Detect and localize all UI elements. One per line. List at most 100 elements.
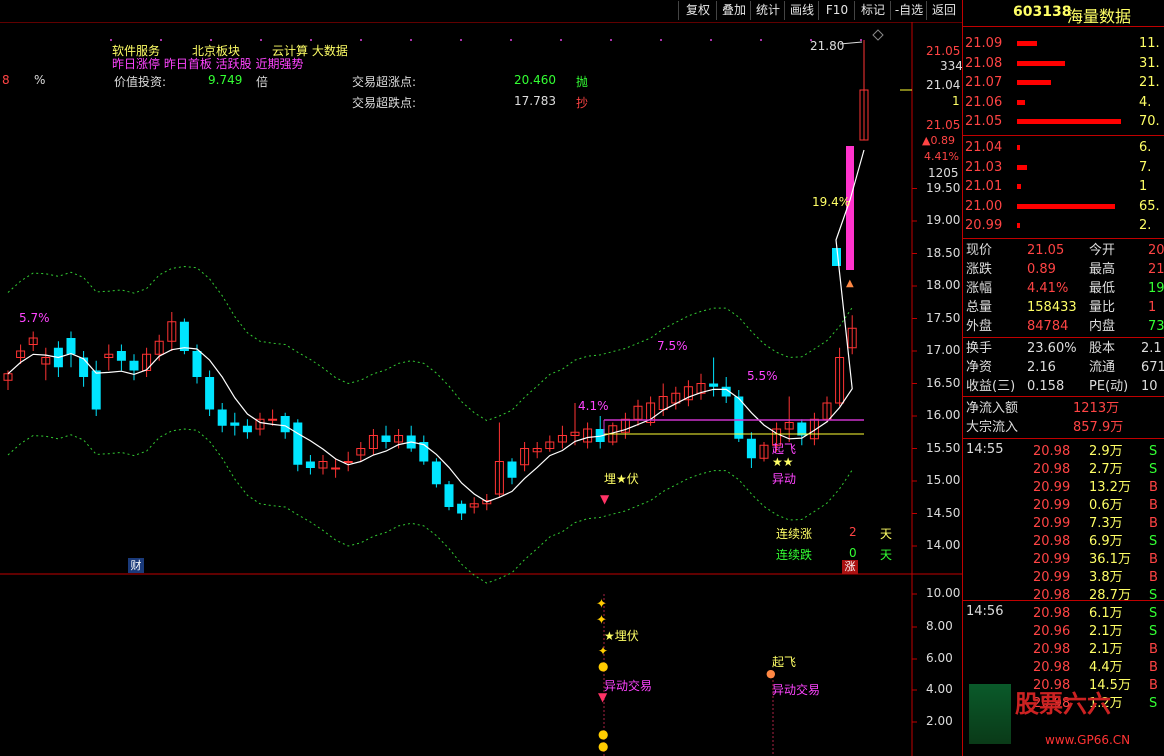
tick-volume: 2.9万	[1089, 444, 1123, 459]
tick-volume: 28.7万	[1089, 588, 1131, 603]
vol-tick-label: 2.00	[926, 714, 953, 728]
tick-side: B	[1149, 498, 1158, 513]
tick-row[interactable]: 20.99 13.2万 B	[963, 478, 1164, 497]
butterfly-icon: ✦ ✦	[596, 597, 607, 628]
tick-row[interactable]: 20.98 6.9万 S	[963, 532, 1164, 551]
fund-value: 2.16	[1027, 360, 1056, 375]
ask-volume-bar	[1017, 41, 1037, 46]
tick-row[interactable]: 20.98 2.7万 S	[963, 460, 1164, 479]
bid-volume: 65.	[1139, 198, 1160, 214]
lower-buried-signal: ★埋伏	[604, 629, 639, 643]
bid-row[interactable]: 20.99 2.	[963, 216, 1164, 235]
flow-row[interactable]: 净流入额 1213万	[963, 399, 1164, 418]
up-point-action: 抛	[576, 75, 589, 89]
bid-row[interactable]: 21.01 1	[963, 177, 1164, 196]
candle-down	[832, 248, 841, 266]
ask-row[interactable]: 21.06 4.	[963, 93, 1164, 112]
watchlist-button[interactable]: -自选	[890, 1, 927, 20]
stat-row[interactable]: 总量 158433 量比 1	[963, 298, 1164, 317]
top-dot	[460, 39, 462, 41]
top-dot	[360, 39, 362, 41]
stat-value: 84784	[1027, 319, 1069, 334]
bid-volume: 1	[1139, 179, 1148, 194]
down-point-label: 交易超跌点:	[352, 96, 417, 110]
axis-tick-label: 19.50	[926, 180, 961, 195]
tick-side: B	[1149, 678, 1158, 693]
tick-row[interactable]: 20.99 3.8万 B	[963, 568, 1164, 587]
bid-price: 21.04	[965, 140, 1003, 155]
tick-row[interactable]: 20.99 36.1万 B	[963, 550, 1164, 569]
ask-volume: 4.	[1139, 94, 1152, 110]
overlay-button[interactable]: 叠加	[716, 1, 751, 20]
top-dot	[410, 39, 412, 41]
tick-row[interactable]: 20.99 7.3万 B	[963, 514, 1164, 533]
limit-up-badge[interactable]: 涨	[842, 560, 858, 574]
stat-row[interactable]: 涨幅 4.41% 最低 19	[963, 279, 1164, 298]
candle-up	[268, 418, 278, 421]
quote-panel: 603138 海量数据 21.09 11. 21.08 31. 21.07 21. 21.0…	[962, 0, 1164, 756]
stat-value: 158433	[1027, 300, 1077, 315]
top-dot	[160, 39, 162, 41]
fund-label: 净资	[966, 360, 993, 375]
tick-price: 20.98	[1033, 588, 1071, 603]
tick-side: B	[1149, 480, 1158, 495]
top-dot	[660, 39, 662, 41]
fund-row[interactable]: 净资 2.16 流通 671	[963, 358, 1164, 377]
tick-row[interactable]: 20.98 28.7万 S	[963, 586, 1164, 605]
bid-row[interactable]: 21.00 65.	[963, 197, 1164, 216]
peak-price-label: 21.80	[810, 39, 845, 53]
back-button[interactable]: 返回	[926, 1, 961, 20]
stat-row[interactable]: 外盘 84784 内盘 73	[963, 317, 1164, 336]
stat-value: 73	[1148, 319, 1164, 334]
kline-chart[interactable]	[0, 0, 962, 756]
ask-volume: 70.	[1139, 114, 1160, 129]
stat-row[interactable]: 涨跌 0.89 最高 21	[963, 260, 1164, 279]
tick-row[interactable]: 20.96 2.1万 S	[963, 622, 1164, 641]
axis-tick-label: 15.00	[926, 473, 961, 487]
axis-tick-label: 18.00	[926, 278, 961, 292]
tick-row[interactable]: 20.98 6.1万 S	[963, 604, 1164, 623]
draw-line-button[interactable]: 画线	[784, 1, 819, 20]
stock-code: 603138	[1013, 4, 1072, 20]
fund-row[interactable]: 换手 23.60% 股本 2.1	[963, 339, 1164, 358]
tick-price: 20.98	[1033, 444, 1071, 459]
fund-label: 股本	[1089, 341, 1116, 356]
ask-row[interactable]: 21.07 21.	[963, 73, 1164, 92]
top-dot	[610, 39, 612, 41]
ask-row[interactable]: 21.05 70.	[963, 112, 1164, 131]
stats-button[interactable]: 统计	[750, 1, 785, 20]
stat-label: 内盘	[1089, 319, 1116, 334]
ask-row[interactable]: 21.08 31.	[963, 54, 1164, 73]
flow-label: 大宗流入	[966, 420, 1019, 435]
stat-row[interactable]: 现价 21.05 今开 20	[963, 241, 1164, 260]
tick-row[interactable]: 20.98 4.4万 B	[963, 658, 1164, 677]
tick-volume: 7.3万	[1089, 516, 1123, 531]
bid-price: 21.00	[965, 198, 1003, 214]
tick-volume: 3.8万	[1089, 570, 1123, 585]
lower-trade-signal-1: 异动交易	[604, 679, 653, 693]
tick-row[interactable]: 20.98 2.9万 S	[963, 442, 1164, 461]
bid-row[interactable]: 21.04 6.	[963, 138, 1164, 157]
candle-down	[746, 438, 756, 459]
ask-row[interactable]: 21.09 11.	[963, 34, 1164, 53]
bid-row[interactable]: 21.03 7.	[963, 158, 1164, 177]
stat-label: 最低	[1089, 281, 1116, 296]
fund-value: 0.158	[1027, 379, 1065, 394]
tick-price: 20.98	[1033, 462, 1071, 477]
tick-row[interactable]: 20.98 2.1万 B	[963, 640, 1164, 659]
candle-down	[192, 351, 202, 377]
fuquan-button[interactable]: 复权	[678, 1, 717, 20]
f10-button[interactable]: F10	[818, 1, 855, 20]
flow-row[interactable]: 大宗流入 857.9万	[963, 418, 1164, 437]
candle-down	[91, 370, 101, 410]
mark-button[interactable]: 标记	[854, 1, 891, 20]
pct-label-5: 19.4%	[812, 195, 851, 209]
top-dot	[110, 39, 112, 41]
finance-badge[interactable]: 财	[128, 558, 144, 573]
tick-volume: 6.9万	[1089, 534, 1123, 549]
bid-volume: 6.	[1139, 140, 1152, 155]
top-dot	[210, 39, 212, 41]
axis-tick-label: 17.00	[926, 343, 961, 357]
tick-row[interactable]: 20.99 0.6万 B	[963, 496, 1164, 515]
fund-row[interactable]: 收益(三) 0.158 PE(动) 10	[963, 377, 1164, 396]
